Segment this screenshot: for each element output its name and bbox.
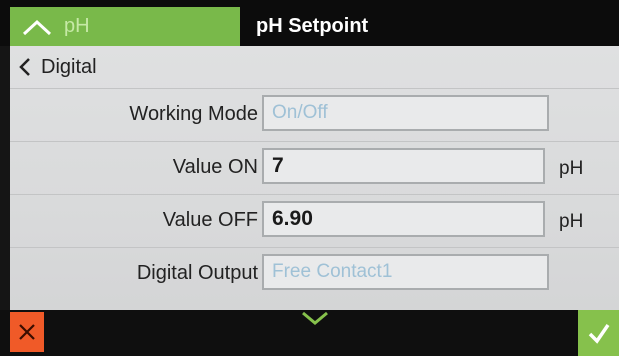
- chevron-down-icon[interactable]: [300, 310, 330, 326]
- digital-output-field[interactable]: Free Contact1: [262, 254, 549, 290]
- breadcrumb-digital[interactable]: Digital: [10, 46, 619, 89]
- checkmark-icon: [588, 324, 609, 344]
- value-off-input[interactable]: 6.90: [262, 201, 545, 237]
- value-on-input[interactable]: 7: [262, 148, 545, 184]
- row-digital-output: Digital Output Free Contact1: [10, 248, 619, 300]
- close-icon: [19, 324, 35, 340]
- working-mode-field[interactable]: On/Off: [262, 95, 549, 131]
- settings-panel: Digital Working Mode On/Off Value ON 7 p…: [10, 46, 619, 310]
- chevron-left-icon: [19, 58, 30, 76]
- value-off-unit: pH: [559, 211, 584, 232]
- breadcrumb-label: Digital: [41, 55, 97, 78]
- confirm-button[interactable]: [578, 310, 619, 356]
- back-tab-ph[interactable]: pH: [10, 7, 240, 46]
- row-value-on: Value ON 7 pH: [10, 142, 619, 195]
- digital-output-label: Digital Output: [136, 262, 258, 284]
- row-value-off: Value OFF 6.90 pH: [10, 195, 619, 248]
- page-title: pH Setpoint: [256, 15, 369, 37]
- chevron-up-icon: [22, 19, 52, 35]
- working-mode-label: Working Mode: [129, 103, 258, 125]
- value-on-unit: pH: [559, 158, 584, 179]
- value-off-label: Value OFF: [162, 209, 258, 231]
- cancel-button[interactable]: [10, 312, 44, 352]
- footer-bar: [0, 310, 619, 356]
- row-working-mode: Working Mode On/Off: [10, 89, 619, 142]
- back-tab-label: pH: [64, 15, 90, 37]
- value-on-label: Value ON: [172, 156, 258, 178]
- header-bar: pH pH Setpoint: [0, 0, 619, 46]
- ph-setpoint-screen: pH pH Setpoint Digital Working Mode On/O…: [0, 0, 619, 356]
